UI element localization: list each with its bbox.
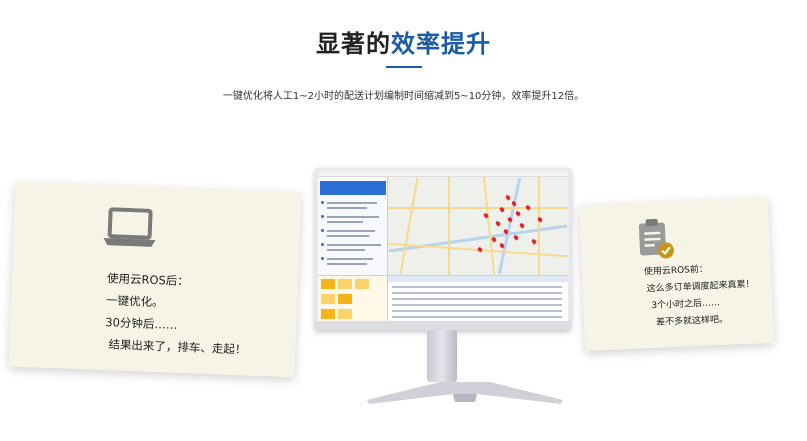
page-title: 显著的效率提升 bbox=[0, 24, 807, 59]
after-note-text: 使用云ROS后： 一键优化。 30分钟后…… 结果出来了，排车、走起！ bbox=[104, 267, 249, 360]
title-highlight: 效率提升 bbox=[391, 30, 491, 58]
monitor-chin bbox=[315, 321, 571, 330]
order-table bbox=[388, 275, 568, 321]
route-list-selected bbox=[320, 181, 386, 195]
monitor-stand-base bbox=[367, 382, 563, 404]
subtitle: 一键优化将人工1~2小时的配送计划编制时间缩减到5~10分钟，效率提升12倍。 bbox=[222, 91, 585, 102]
delivery-map bbox=[388, 177, 568, 275]
route-map-screen bbox=[318, 171, 568, 321]
vehicle-panel bbox=[318, 275, 388, 321]
after-note-card: 使用云ROS后： 一键优化。 30分钟后…… 结果出来了，排车、走起！ bbox=[8, 181, 302, 378]
monitor bbox=[315, 168, 571, 330]
route-list-panel bbox=[318, 177, 388, 275]
title-underline bbox=[386, 66, 422, 68]
title-dark: 显著的 bbox=[316, 30, 391, 58]
clipboard-check-icon bbox=[638, 218, 674, 259]
monitor-stand-neck bbox=[427, 330, 457, 382]
before-line-4: 差不多就这样吧。 bbox=[655, 314, 729, 328]
after-line-4: 结果出来了，排车、走起！ bbox=[108, 337, 247, 357]
before-note-text: 使用云ROS前： 这么多订单调度起来真累！ 3个小时之后…… 差不多就这样吧。 bbox=[644, 260, 757, 333]
laptop-icon bbox=[103, 207, 156, 247]
before-note-card: 使用云ROS前： 这么多订单调度起来真累！ 3个小时之后…… 差不多就这样吧。 bbox=[578, 196, 775, 352]
